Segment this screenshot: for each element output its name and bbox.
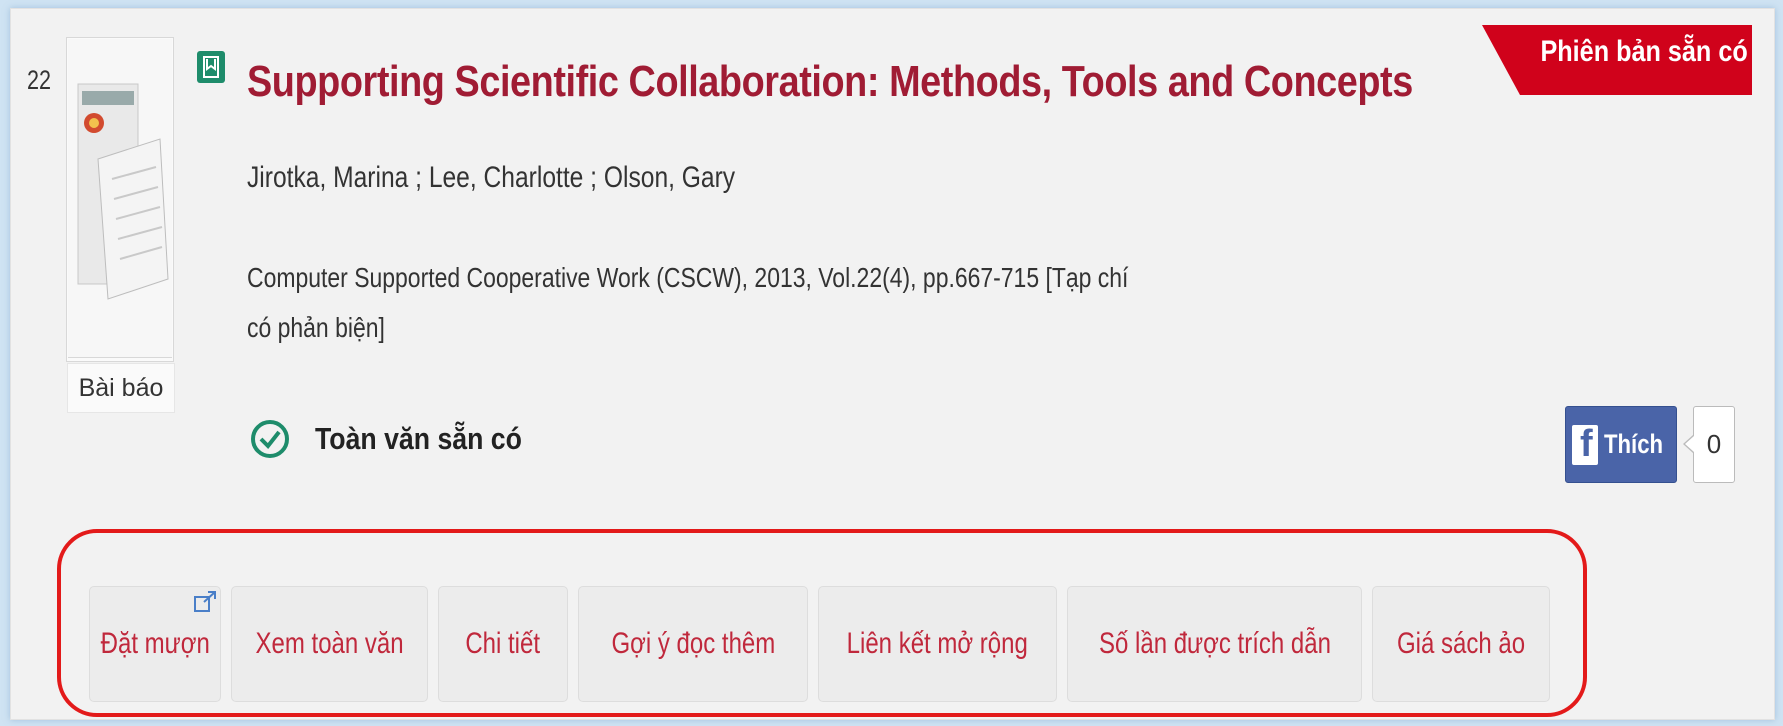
like-label: Thích [1604,429,1664,459]
record-title-link[interactable]: Supporting Scientific Collaboration: Met… [247,57,1413,107]
tab-times-cited[interactable]: Số lần được trích dẫn [1067,586,1362,702]
tab-place-request[interactable]: Đặt mượn [89,586,221,702]
bookmark-icon[interactable] [197,51,225,83]
search-result-item: 22 Bài báo Supporting Scientific Collabo… [10,8,1775,720]
document-thumbnail-icon [68,39,172,358]
external-link-icon [194,591,216,612]
facebook-icon [1572,423,1598,466]
record-number: 22 [27,65,52,95]
availability-badge: Phiên bản sẵn có [1482,25,1752,105]
tab-label: Đặt mượn [100,627,210,660]
tab-virtual-shelf[interactable]: Giá sách ảo [1372,586,1550,702]
like-count: 0 [1683,406,1735,483]
tab-details[interactable]: Chi tiết [438,586,568,702]
facebook-like-button[interactable]: Thích [1565,406,1677,483]
fulltext-label: Toàn văn sẵn có [315,421,522,456]
record-authors: Jirotka, Marina ; Lee, Charlotte ; Olson… [247,161,736,194]
record-source: Computer Supported Cooperative Work (CSC… [247,262,1129,343]
tab-label: Giá sách ảo [1396,627,1526,660]
tab-label: Số lần được trích dẫn [1098,627,1331,660]
resource-type-label: Bài báo [67,363,175,413]
resource-type-thumbnail[interactable]: Bài báo [66,37,175,413]
availability-badge-label: Phiên bản sẵn có [1540,35,1748,68]
tab-label: Xem toàn văn [255,627,404,660]
tab-label: Chi tiết [465,627,541,660]
tab-recommendations[interactable]: Gợi ý đọc thêm [578,586,808,702]
check-circle-icon [251,420,289,458]
tab-label: Gợi ý đọc thêm [611,627,775,660]
fulltext-availability[interactable]: Toàn văn sẵn có [249,414,556,464]
tab-label: Liên kết mở rộng [846,627,1029,660]
tab-view-fulltext[interactable]: Xem toàn văn [231,586,428,702]
tab-extended-links[interactable]: Liên kết mở rộng [818,586,1057,702]
